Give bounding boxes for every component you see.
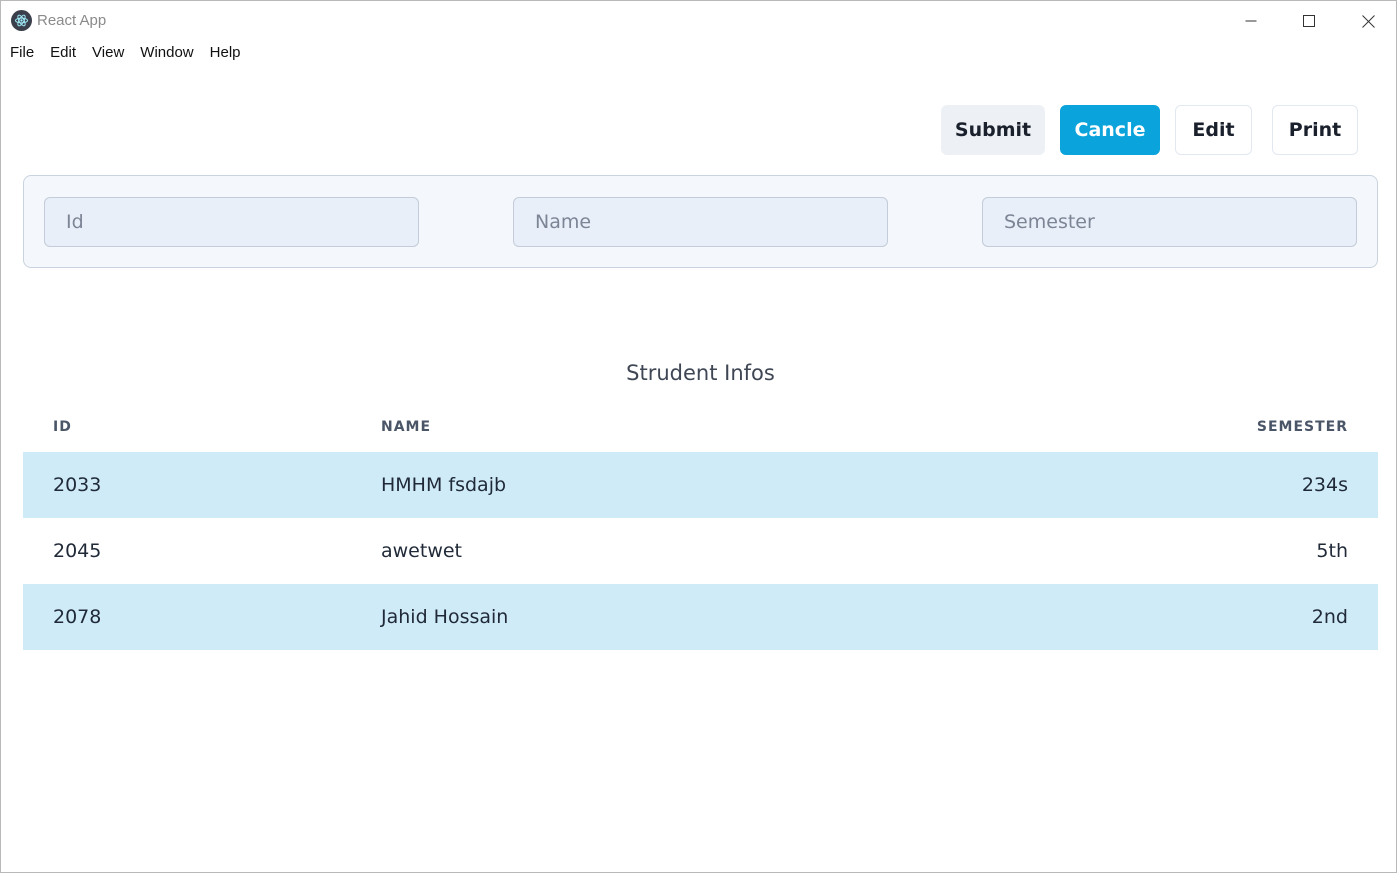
column-header-semester: SEMESTER [1256, 419, 1348, 435]
menu-help[interactable]: Help [202, 41, 249, 65]
table-row[interactable]: 2078 Jahid Hossain 2nd [23, 584, 1378, 650]
name-input[interactable] [513, 197, 888, 247]
minimize-button[interactable] [1222, 1, 1280, 41]
table-header: ID NAME SEMESTER [23, 411, 1378, 451]
cell-semester: 234s [1301, 474, 1348, 496]
maximize-icon [1303, 15, 1315, 27]
table-row[interactable]: 2033 HMHM fsdajb 234s [23, 452, 1378, 518]
menu-view[interactable]: View [84, 41, 132, 65]
minimize-icon [1245, 20, 1257, 22]
column-header-name: NAME [381, 419, 432, 435]
edit-button[interactable]: Edit [1175, 105, 1252, 155]
cell-semester: 2nd [1311, 606, 1348, 628]
menu-file[interactable]: File [1, 41, 42, 65]
column-header-id: ID [53, 419, 72, 435]
app-window: React App File Edit View Window Help Sub… [0, 0, 1397, 873]
maximize-button[interactable] [1280, 1, 1338, 41]
cell-id: 2045 [53, 540, 102, 562]
window-title: React App [37, 12, 107, 29]
menu-edit[interactable]: Edit [42, 41, 84, 65]
semester-input[interactable] [982, 197, 1357, 247]
print-button[interactable]: Print [1272, 105, 1358, 155]
table-caption: Strudent Infos [626, 361, 775, 385]
cancel-button[interactable]: Cancle [1060, 105, 1160, 155]
cell-name: Jahid Hossain [381, 606, 509, 628]
cell-id: 2033 [53, 474, 102, 496]
menu-bar: File Edit View Window Help [1, 41, 249, 65]
cell-id: 2078 [53, 606, 102, 628]
id-input[interactable] [44, 197, 419, 247]
title-bar[interactable]: React App [1, 1, 1396, 41]
close-icon [1361, 14, 1375, 28]
close-button[interactable] [1339, 1, 1397, 41]
cell-semester: 5th [1316, 540, 1348, 562]
table-row[interactable]: 2045 awetwet 5th [23, 518, 1378, 584]
cell-name: awetwet [381, 540, 463, 562]
menu-window[interactable]: Window [132, 41, 201, 65]
student-form [23, 175, 1378, 268]
electron-atom-icon [11, 10, 32, 31]
submit-button[interactable]: Submit [941, 105, 1045, 155]
cell-name: HMHM fsdajb [381, 474, 507, 496]
